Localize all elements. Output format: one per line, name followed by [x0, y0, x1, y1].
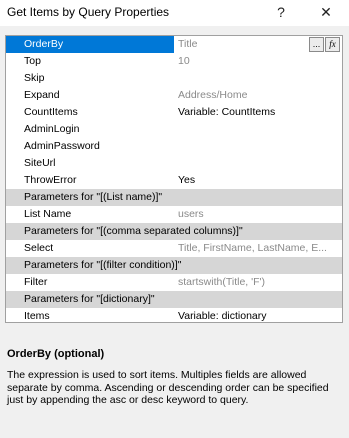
property-row[interactable]: AdminPassword: [6, 138, 342, 155]
property-value[interactable]: 10: [178, 53, 338, 70]
property-value[interactable]: Title, FirstName, LastName, E...: [178, 240, 338, 257]
category-label: Parameters for "[(List name)]": [24, 191, 163, 203]
property-name: AdminLogin: [24, 123, 80, 135]
category-header[interactable]: Parameters for "[(filter condition)]": [6, 257, 342, 274]
property-row[interactable]: ThrowError Yes: [6, 172, 342, 189]
property-grid: OrderBy Title... fx Top 10 Skip Expand Address/…: [5, 35, 343, 323]
property-name: ThrowError: [24, 174, 77, 186]
description-body: The expression is used to sort items. Mu…: [7, 369, 329, 406]
property-row[interactable]: SiteUrl: [6, 155, 342, 172]
property-name: OrderBy: [24, 38, 64, 50]
property-value[interactable]: Title: [178, 36, 298, 53]
category-label: Parameters for "[(comma separated column…: [24, 225, 243, 237]
title-bar: Get Items by Query Properties ? ✕: [0, 0, 349, 26]
browse-button[interactable]: ...: [309, 37, 324, 52]
window-title: Get Items by Query Properties: [7, 5, 170, 19]
category-header[interactable]: Parameters for "[dictionary]": [6, 291, 342, 308]
property-row[interactable]: Top 10: [6, 53, 342, 70]
property-row[interactable]: Filter startswith(Title, 'F'): [6, 274, 342, 291]
property-name: List Name: [24, 208, 72, 220]
category-label: Parameters for "[dictionary]": [24, 293, 155, 305]
property-value-editor[interactable]: Title... fx: [174, 36, 342, 53]
property-name: Skip: [24, 72, 45, 84]
property-row[interactable]: OrderBy Title... fx: [6, 36, 342, 53]
property-name: Select: [24, 242, 54, 254]
property-name: Expand: [24, 89, 60, 101]
property-name: Filter: [24, 276, 48, 288]
property-row[interactable]: AdminLogin: [6, 121, 342, 138]
property-name: CountItems: [24, 106, 78, 118]
property-value[interactable]: Variable: dictionary: [178, 308, 338, 322]
property-value[interactable]: Variable: CountItems: [178, 104, 338, 121]
description-title: OrderBy (optional): [7, 348, 105, 360]
property-value[interactable]: startswith(Title, 'F'): [178, 274, 338, 291]
help-button[interactable]: ?: [270, 2, 292, 22]
property-row[interactable]: CountItems Variable: CountItems: [6, 104, 342, 121]
category-header[interactable]: Parameters for "[(comma separated column…: [6, 223, 342, 240]
property-name: Items: [24, 310, 50, 322]
expression-button[interactable]: fx: [325, 37, 340, 52]
property-row[interactable]: Expand Address/Home: [6, 87, 342, 104]
property-name: SiteUrl: [24, 157, 56, 169]
description-panel: OrderBy (optional) The expression is use…: [7, 348, 339, 407]
property-row[interactable]: Items Variable: dictionary: [6, 308, 342, 322]
property-row[interactable]: List Name users: [6, 206, 342, 223]
property-name: AdminPassword: [24, 140, 100, 152]
category-header[interactable]: Parameters for "[(List name)]": [6, 189, 342, 206]
category-label: Parameters for "[(filter condition)]": [24, 259, 182, 271]
property-name: Top: [24, 55, 41, 67]
property-row[interactable]: Skip: [6, 70, 342, 87]
property-value[interactable]: Address/Home: [178, 87, 338, 104]
property-value[interactable]: Yes: [178, 172, 338, 189]
property-row[interactable]: Select Title, FirstName, LastName, E...: [6, 240, 342, 257]
property-value[interactable]: users: [178, 206, 338, 223]
close-button[interactable]: ✕: [315, 2, 337, 22]
